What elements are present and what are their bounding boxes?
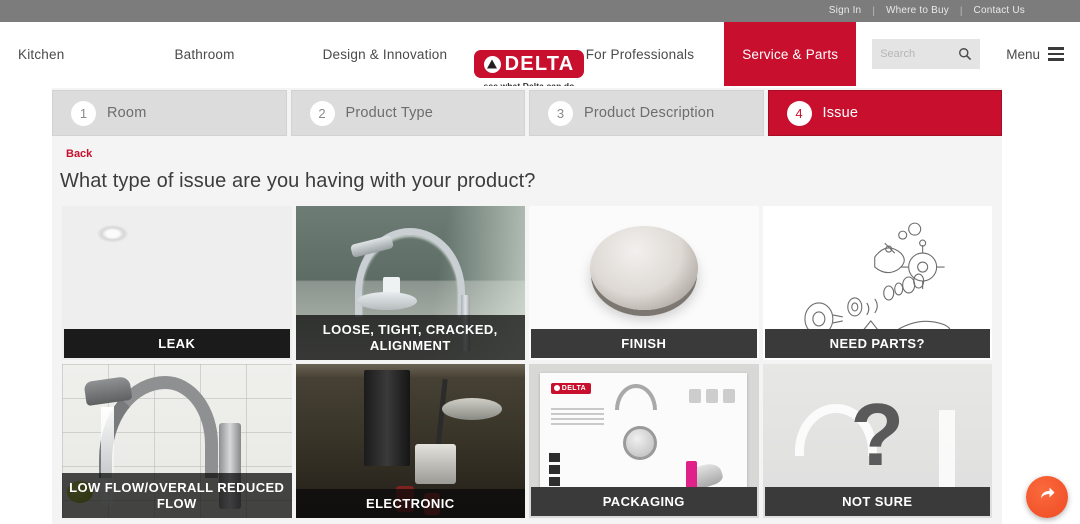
step-label: Product Description <box>584 105 715 121</box>
back-link[interactable]: Back <box>66 148 92 160</box>
issue-tile-not-sure[interactable]: ? NOT SURE <box>762 364 992 518</box>
contact-us-link[interactable]: Contact Us <box>963 0 1036 22</box>
step-label: Issue <box>822 105 859 121</box>
step-label: Room <box>107 105 147 121</box>
issue-tile-packaging[interactable]: DELTA PACKAGING <box>529 364 759 518</box>
logo-wordmark: DELTA <box>504 53 575 75</box>
sign-in-link[interactable]: Sign In <box>818 0 873 22</box>
issue-tile-finish[interactable]: FINISH <box>529 206 759 360</box>
step-product-description[interactable]: 3 Product Description <box>529 90 764 136</box>
logo-badge: DELTA <box>474 50 584 78</box>
nav-item-service-parts[interactable]: Service & Parts <box>724 22 857 86</box>
delta-triangle-icon <box>483 55 501 73</box>
nav-item-for-professionals[interactable]: For Professionals <box>586 22 716 86</box>
issue-tile-low-flow[interactable]: LOW FLOW/OVERALL REDUCED FLOW <box>62 364 292 518</box>
step-number: 2 <box>309 100 335 126</box>
step-room[interactable]: 1 Room <box>52 90 287 136</box>
delta-logo[interactable]: DELTA see what Delta can do <box>474 50 584 91</box>
page-title: What type of issue are you having with y… <box>60 170 536 192</box>
primary-nav-right: For Professionals Service & Parts Menu <box>586 22 1080 86</box>
step-product-type[interactable]: 2 Product Type <box>290 90 525 136</box>
tile-label: LOOSE, TIGHT, CRACKED, ALIGNMENT <box>295 315 525 360</box>
search-input[interactable] <box>880 48 955 60</box>
page-canvas: 1 Room 2 Product Type 3 Product Descript… <box>0 86 1080 524</box>
tile-label: LOW FLOW/OVERALL REDUCED FLOW <box>62 473 292 518</box>
tile-label: NOT SURE <box>764 486 990 516</box>
issue-tile-leak[interactable]: LEAK <box>62 206 292 360</box>
search-icon[interactable] <box>958 47 972 61</box>
where-to-buy-link[interactable]: Where to Buy <box>875 0 960 22</box>
utility-bar: Sign In | Where to Buy | Contact Us <box>0 0 1080 22</box>
nav-item-bathroom[interactable]: Bathroom <box>174 47 234 62</box>
service-parts-label: Service & Parts <box>742 46 839 62</box>
packaging-delta-logo-icon: DELTA <box>550 382 592 394</box>
nav-item-design-innovation[interactable]: Design & Innovation <box>323 47 448 62</box>
issue-tile-grid: LEAK LOOSE, TIGHT, CRACKED, ALIGNMENT FI… <box>52 206 1002 518</box>
nav-item-kitchen[interactable]: Kitchen <box>18 47 64 62</box>
question-mark-glyph: ? <box>850 384 905 484</box>
tile-label: ELECTRONIC <box>295 488 525 518</box>
tile-label: LEAK <box>64 328 290 358</box>
for-professionals-label: For Professionals <box>585 46 695 62</box>
wizard-panel: 1 Room 2 Product Type 3 Product Descript… <box>52 88 1002 524</box>
issue-tile-electronic[interactable]: ELECTRONIC <box>295 364 525 518</box>
site-header: Kitchen Bathroom Design & Innovation DEL… <box>0 22 1080 91</box>
issue-tile-need-parts[interactable]: NEED PARTS? <box>762 206 992 360</box>
step-number: 4 <box>786 100 812 126</box>
menu-button[interactable]: Menu <box>1006 47 1064 62</box>
step-number: 3 <box>548 100 573 126</box>
hamburger-icon <box>1048 47 1064 61</box>
share-arrow-icon <box>1037 485 1057 510</box>
step-issue[interactable]: 4 Issue <box>767 90 1002 136</box>
primary-nav-left: Kitchen Bathroom Design & Innovation <box>0 22 460 86</box>
tile-label: FINISH <box>531 328 757 358</box>
search-box[interactable] <box>872 39 981 69</box>
issue-tile-loose-tight-cracked-alignment[interactable]: LOOSE, TIGHT, CRACKED, ALIGNMENT <box>295 206 525 360</box>
tile-label: NEED PARTS? <box>764 328 990 358</box>
menu-label: Menu <box>1006 46 1040 62</box>
step-number: 1 <box>71 100 96 126</box>
wizard-stepper: 1 Room 2 Product Type 3 Product Descript… <box>52 88 1002 136</box>
share-fab-button[interactable] <box>1026 476 1068 518</box>
step-label: Product Type <box>345 105 434 121</box>
tile-label: PACKAGING <box>531 486 757 516</box>
